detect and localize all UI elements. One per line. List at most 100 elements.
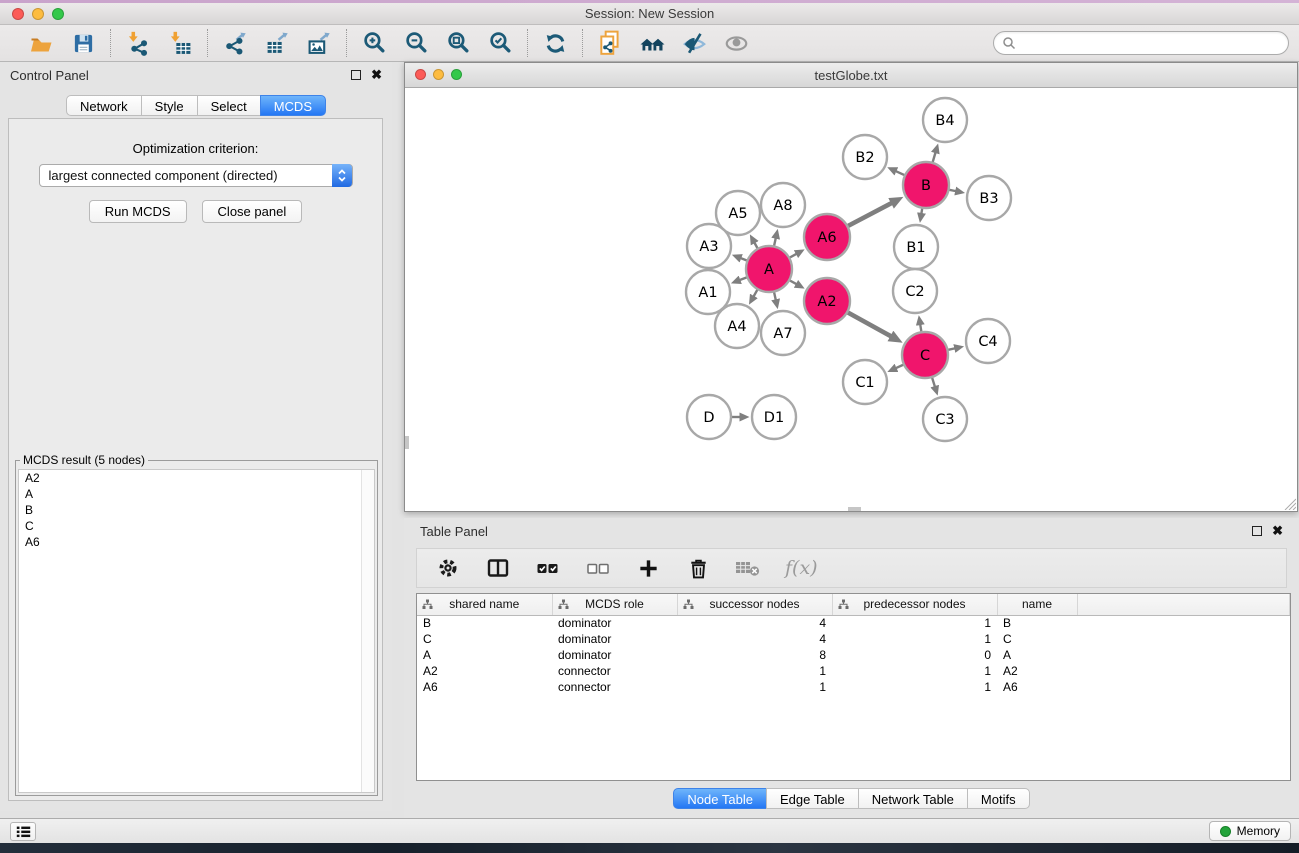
- zoom-in-button[interactable]: [360, 29, 388, 57]
- clone-network-button[interactable]: [596, 29, 624, 57]
- close-table-panel-icon[interactable]: ✖: [1272, 526, 1283, 536]
- table-row[interactable]: A6connector11A6: [417, 679, 1290, 695]
- node-A4[interactable]: A4: [715, 304, 759, 348]
- node-D1[interactable]: D1: [752, 395, 796, 439]
- tab-select[interactable]: Select: [197, 95, 261, 116]
- delete-columns-button[interactable]: [685, 555, 711, 581]
- table-cell[interactable]: B: [417, 615, 552, 631]
- show-columns-button[interactable]: [485, 555, 511, 581]
- export-table-button[interactable]: [263, 29, 291, 57]
- canvas-bottom-gripper[interactable]: [848, 507, 861, 511]
- show-all-button[interactable]: [722, 29, 750, 57]
- select-all-columns-button[interactable]: [535, 555, 561, 581]
- node-A6[interactable]: A6: [804, 214, 850, 260]
- node-A3[interactable]: A3: [687, 224, 731, 268]
- node-A7[interactable]: A7: [761, 311, 805, 355]
- maximize-window-button[interactable]: [52, 8, 64, 20]
- table-cell[interactable]: A6: [997, 679, 1077, 695]
- table-cell[interactable]: A: [417, 647, 552, 663]
- unselect-all-columns-button[interactable]: [585, 555, 611, 581]
- export-network-button[interactable]: [221, 29, 249, 57]
- table-cell[interactable]: A2: [417, 663, 552, 679]
- table-cell[interactable]: dominator: [552, 615, 677, 631]
- run-mcds-button[interactable]: Run MCDS: [89, 200, 187, 223]
- zoom-fit-button[interactable]: [444, 29, 472, 57]
- column-header-successor-nodes[interactable]: successor nodes: [677, 594, 832, 615]
- node-D[interactable]: D: [687, 395, 731, 439]
- table-settings-button[interactable]: [435, 555, 461, 581]
- import-table-button[interactable]: [166, 29, 194, 57]
- table-cell[interactable]: dominator: [552, 631, 677, 647]
- table-cell[interactable]: 1: [677, 663, 832, 679]
- network-canvas[interactable]: B4B2BB3A5A8A6B1A3AA1C2A2A4A7C4CC1DD1C3: [405, 88, 1297, 511]
- table-cell[interactable]: A: [997, 647, 1077, 663]
- tab-network[interactable]: Network: [66, 95, 142, 116]
- node-C4[interactable]: C4: [966, 319, 1010, 363]
- table-cell[interactable]: A6: [417, 679, 552, 695]
- mcds-result-item[interactable]: B: [19, 502, 374, 518]
- column-header-predecessor-nodes[interactable]: predecessor nodes: [832, 594, 997, 615]
- network-window-titlebar[interactable]: testGlobe.txt: [405, 63, 1297, 88]
- network-close-button[interactable]: [415, 69, 426, 80]
- table-cell[interactable]: 1: [832, 679, 997, 695]
- column-header-name[interactable]: name: [997, 594, 1077, 615]
- column-header-shared-name[interactable]: shared name: [417, 594, 552, 615]
- node-A8[interactable]: A8: [761, 183, 805, 227]
- table-cell[interactable]: 8: [677, 647, 832, 663]
- delete-table-button[interactable]: [735, 555, 761, 581]
- first-neighbors-button[interactable]: [638, 29, 666, 57]
- result-list-scrollbar[interactable]: [361, 470, 374, 792]
- node-table[interactable]: shared nameMCDS rolesuccessor nodesprede…: [417, 594, 1290, 695]
- hide-selected-button[interactable]: [680, 29, 708, 57]
- table-row[interactable]: Bdominator41B: [417, 615, 1290, 631]
- table-cell[interactable]: 1: [832, 615, 997, 631]
- node-A2[interactable]: A2: [804, 278, 850, 324]
- node-B2[interactable]: B2: [843, 135, 887, 179]
- table-cell[interactable]: 1: [832, 663, 997, 679]
- float-panel-icon[interactable]: [351, 70, 361, 80]
- node-B1[interactable]: B1: [894, 225, 938, 269]
- open-session-button[interactable]: [27, 29, 55, 57]
- tab-network-table[interactable]: Network Table: [858, 788, 968, 809]
- edge-A2-C[interactable]: [846, 312, 891, 337]
- export-image-button[interactable]: [305, 29, 333, 57]
- table-row[interactable]: Cdominator41C: [417, 631, 1290, 647]
- mcds-result-list[interactable]: A2ABCA6: [18, 469, 375, 793]
- table-cell[interactable]: 4: [677, 615, 832, 631]
- mcds-result-item[interactable]: A: [19, 486, 374, 502]
- import-network-button[interactable]: [124, 29, 152, 57]
- tab-node-table[interactable]: Node Table: [673, 788, 767, 809]
- task-history-button[interactable]: [10, 822, 36, 841]
- table-row[interactable]: Adominator80A: [417, 647, 1290, 663]
- refresh-view-button[interactable]: [541, 29, 569, 57]
- network-graph[interactable]: B4B2BB3A5A8A6B1A3AA1C2A2A4A7C4CC1DD1C3: [405, 88, 1297, 511]
- zoom-out-button[interactable]: [402, 29, 430, 57]
- table-cell[interactable]: C: [417, 631, 552, 647]
- save-session-button[interactable]: [69, 29, 97, 57]
- table-cell[interactable]: dominator: [552, 647, 677, 663]
- canvas-left-gripper[interactable]: [405, 436, 409, 449]
- node-C1[interactable]: C1: [843, 360, 887, 404]
- close-panel-button[interactable]: Close panel: [202, 200, 303, 223]
- zoom-selected-button[interactable]: [486, 29, 514, 57]
- table-cell[interactable]: 0: [832, 647, 997, 663]
- close-panel-icon[interactable]: ✖: [371, 70, 382, 80]
- node-B[interactable]: B: [903, 162, 949, 208]
- edge-A6-B[interactable]: [846, 203, 891, 227]
- node-B4[interactable]: B4: [923, 98, 967, 142]
- close-window-button[interactable]: [12, 8, 24, 20]
- function-builder-button[interactable]: f(x): [785, 557, 818, 579]
- node-A[interactable]: A: [746, 246, 792, 292]
- table-row[interactable]: A2connector11A2: [417, 663, 1290, 679]
- tab-motifs[interactable]: Motifs: [967, 788, 1030, 809]
- tab-style[interactable]: Style: [141, 95, 198, 116]
- create-new-column-button[interactable]: [635, 555, 661, 581]
- node-C3[interactable]: C3: [923, 397, 967, 441]
- node-B3[interactable]: B3: [967, 176, 1011, 220]
- table-cell[interactable]: B: [997, 615, 1077, 631]
- network-minimize-button[interactable]: [433, 69, 444, 80]
- minimize-window-button[interactable]: [32, 8, 44, 20]
- table-cell[interactable]: 1: [832, 631, 997, 647]
- table-cell[interactable]: connector: [552, 679, 677, 695]
- mcds-result-item[interactable]: A6: [19, 534, 374, 550]
